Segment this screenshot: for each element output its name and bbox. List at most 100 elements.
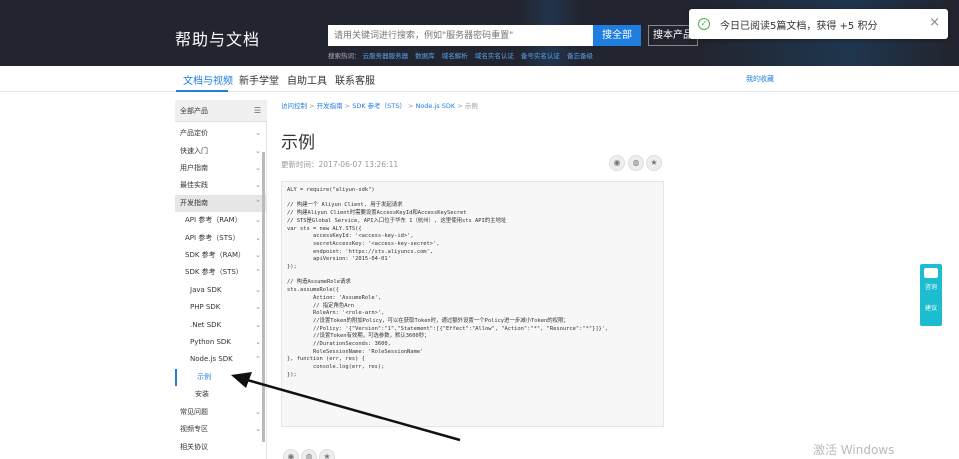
sidebar-item-label: Node.js SDK [190, 355, 233, 363]
hot-word-link[interactable]: 域名实名认证 [475, 52, 514, 60]
tab-beginner[interactable]: 新手学堂 [239, 72, 279, 87]
sidebar-item-label: API 参考（RAM） [185, 216, 242, 224]
toast-message: 今日已阅读5篇文档，获得 +5 积分 [720, 21, 878, 32]
sidebar-item-python-sdk[interactable]: Python SDK ⌄ [175, 334, 267, 351]
chevron-down-icon: ⌄ [255, 303, 261, 311]
sidebar-item-user-guide[interactable]: 用户指南 ⌄ [175, 160, 267, 177]
star-icon[interactable]: ★ [646, 155, 662, 171]
breadcrumb-link[interactable]: 访问控制 [281, 102, 307, 110]
chevron-down-icon: ⌄ [255, 129, 261, 137]
chevron-down-icon: ⌄ [255, 425, 261, 433]
weibo-share-icon[interactable]: ◉ [283, 449, 299, 459]
hot-word-link[interactable]: 备号实名认证 [521, 52, 560, 60]
sidebar-item-nodejs-sdk[interactable]: Node.js SDK ⌃ [175, 351, 267, 368]
sidebar-item-agreements[interactable]: 相关协议 [175, 439, 267, 456]
star-icon[interactable]: ★ [319, 449, 335, 459]
sidebar-item-api-sts[interactable]: API 参考（STS） ⌄ [175, 230, 267, 247]
sidebar-scrollbar[interactable] [262, 152, 265, 442]
hot-word-link[interactable]: 数据库 [415, 52, 435, 60]
breadcrumb-current: 示例 [464, 102, 478, 110]
code-block: ALY = require("aliyun-sdk") // 构建一个 Aliy… [281, 181, 664, 427]
hot-word-link[interactable]: 备忘备级 [567, 52, 593, 60]
sidebar-item-best-practice[interactable]: 最佳实践 ⌄ [175, 177, 267, 194]
chevron-up-icon: ⌃ [255, 199, 261, 207]
sidebar-item-label: API 参考（STS） [185, 234, 240, 242]
sidebar-item-php-sdk[interactable]: PHP SDK ⌄ [175, 299, 267, 316]
sidebar-item-faq[interactable]: 常见问题 ⌄ [175, 404, 267, 421]
sidebar-item-api-ram[interactable]: API 参考（RAM） ⌄ [175, 212, 267, 229]
chevron-down-icon: ⌄ [255, 251, 261, 259]
sidebar-item-videos[interactable]: 视频专区 ⌄ [175, 421, 267, 438]
tab-docs-videos[interactable]: 文档与视频 [183, 72, 233, 87]
sidebar-item-sdk-sts[interactable]: SDK 参考（STS） ⌃ [175, 264, 267, 281]
activate-windows-watermark: 激活 Windows [813, 443, 895, 457]
chat-icon [924, 268, 938, 278]
breadcrumb-link[interactable]: 开发指南 [317, 102, 343, 110]
sidebar-header[interactable]: 全部产品 ☰ [175, 100, 267, 122]
sidebar-item-label: 用户指南 [180, 164, 208, 172]
page-title: 示例 [281, 133, 315, 153]
sidebar-item-label: SDK 参考（STS） [185, 268, 243, 276]
sidebar-item-sdk-ram[interactable]: SDK 参考（RAM） ⌄ [175, 247, 267, 264]
chevron-down-icon: ⌄ [255, 181, 261, 189]
sidebar-item-label: 快速入门 [180, 147, 208, 155]
chevron-up-icon: ⌃ [255, 355, 261, 363]
brand-title: 帮助与文档 [175, 30, 261, 49]
search-all-button[interactable]: 搜全部 [593, 25, 641, 46]
sidebar-header-label: 全部产品 [180, 107, 208, 115]
sidebar-item-quickstart[interactable]: 快速入门 ⌄ [175, 143, 267, 160]
sidebar-item-label: .Net SDK [190, 321, 222, 329]
active-tab-indicator [176, 90, 228, 92]
sidebar-item-label: 开发指南 [180, 199, 208, 207]
my-favorites-link[interactable]: 我的收藏 [746, 74, 774, 84]
search-input[interactable] [328, 25, 593, 46]
sidebar-item-label: 相关协议 [180, 443, 208, 451]
chevron-down-icon: ⌄ [255, 286, 261, 294]
sidebar-item-label: Java SDK [190, 286, 222, 294]
chevron-down-icon: ⌄ [255, 164, 261, 172]
sidebar-item-label: 产品定价 [180, 129, 208, 137]
sidebar-item-label: 安装 [195, 390, 209, 398]
check-circle-icon: ✓ [698, 18, 710, 30]
sidebar-item-label: Python SDK [190, 338, 231, 346]
breadcrumb: 访问控制 > 开发指南 > SDK 参考（STS） > Node.js SDK … [281, 102, 478, 110]
reading-toast: ✓ 今日已阅读5篇文档，获得 +5 积分 × [689, 9, 948, 39]
sidebar-item-java-sdk[interactable]: Java SDK ⌄ [175, 282, 267, 299]
hot-word-link[interactable]: 云服务器服务器 [363, 52, 409, 60]
suggest-label: 建议 [924, 305, 937, 312]
sidebar-item-label: PHP SDK [190, 303, 221, 311]
consult-suggest-widget[interactable]: 咨询 建议 [920, 264, 942, 326]
chevron-down-icon: ⌄ [255, 321, 261, 329]
product-sidebar: 全部产品 ☰ 产品定价 ⌄ 快速入门 ⌄ 用户指南 ⌄ 最佳实践 ⌄ 开发指南 ⌃ API… [175, 100, 267, 459]
wechat-share-icon[interactable]: ◍ [628, 155, 644, 171]
chevron-down-icon: ⌄ [255, 338, 261, 346]
main-tabs: 文档与视频 新手学堂 自助工具 联系客服 我的收藏 [0, 66, 959, 92]
tab-contact[interactable]: 联系客服 [335, 72, 375, 87]
sidebar-item-label: 最佳实践 [180, 181, 208, 189]
chevron-up-icon: ⌃ [255, 268, 261, 276]
sidebar-item-label: 常见问题 [180, 408, 208, 416]
consult-label: 咨询 [924, 284, 937, 291]
tab-self-service[interactable]: 自助工具 [287, 72, 327, 87]
chevron-down-icon: ⌄ [255, 216, 261, 224]
hot-words-label: 搜索热词： [328, 52, 361, 60]
close-icon[interactable]: × [929, 15, 940, 30]
sidebar-item-label: 视频专区 [180, 425, 208, 433]
sidebar-item-label: 示例 [197, 373, 211, 381]
sidebar-item-dev-guide[interactable]: 开发指南 ⌃ [175, 195, 267, 212]
breadcrumb-link[interactable]: Node.js SDK [415, 102, 455, 110]
updated-time: 更新时间：2017-06-07 13:26:11 [281, 160, 399, 169]
sidebar-item-pricing[interactable]: 产品定价 ⌄ [175, 125, 267, 142]
chevron-down-icon: ⌄ [255, 408, 261, 416]
chevron-down-icon: ⌄ [255, 147, 261, 155]
sidebar-item-net-sdk[interactable]: .Net SDK ⌄ [175, 317, 267, 334]
sidebar-item-example[interactable]: 示例 [175, 369, 267, 386]
hot-words: 搜索热词： 云服务器服务器 数据库 域名解析 域名实名认证 备号实名认证 备忘备… [328, 50, 598, 60]
weibo-share-icon[interactable]: ◉ [609, 155, 625, 171]
code-content: ALY = require("aliyun-sdk") // 构建一个 Aliy… [287, 187, 609, 378]
menu-icon[interactable]: ☰ [254, 100, 261, 122]
wechat-share-icon[interactable]: ◍ [301, 449, 317, 459]
hot-word-link[interactable]: 域名解析 [442, 52, 468, 60]
breadcrumb-link[interactable]: SDK 参考（STS） [352, 102, 406, 110]
sidebar-item-install[interactable]: 安装 [175, 386, 267, 403]
